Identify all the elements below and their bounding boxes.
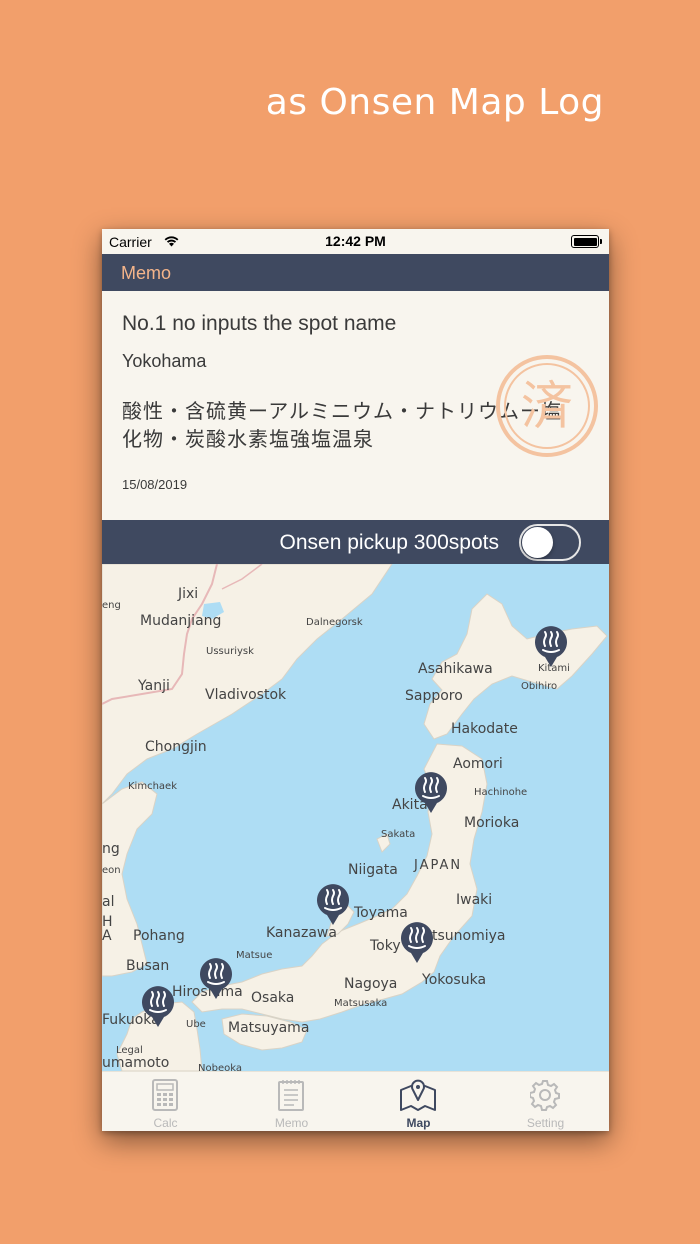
- city-label: Toky: [370, 938, 401, 954]
- city-label: eon: [102, 865, 121, 876]
- toggle-knob: [522, 527, 553, 558]
- memo-panel[interactable]: No.1 no inputs the spot name Yokohama 酸性…: [102, 291, 609, 520]
- onsen-pin-akita[interactable]: [414, 772, 448, 814]
- city-label: Toyama: [354, 905, 408, 921]
- city-label: Nagoya: [344, 976, 398, 992]
- tab-memo[interactable]: Memo: [228, 1072, 355, 1131]
- city-label: ng: [102, 841, 120, 857]
- city-label: Yokosuka: [422, 972, 487, 988]
- onsen-pin-kitami[interactable]: [534, 626, 568, 668]
- tab-label: Calc: [153, 1116, 178, 1130]
- city-label: eng: [102, 600, 121, 611]
- onsen-pickup-bar: Onsen pickup 300spots: [102, 520, 609, 564]
- stamp-text: 済: [521, 377, 573, 437]
- tab-calc[interactable]: Calc: [102, 1072, 229, 1131]
- city-label: Aomori: [453, 756, 503, 772]
- city-label: Matsuyama: [228, 1020, 310, 1036]
- city-label: Chongjin: [145, 739, 207, 755]
- city-label: A: [102, 928, 112, 944]
- status-bar: Carrier 12:42 PM: [102, 229, 609, 254]
- map-pin-icon: [400, 1079, 436, 1111]
- city-label: Legal: [116, 1045, 143, 1056]
- spot-location: Yokohama: [122, 351, 207, 371]
- calculator-icon: [152, 1079, 178, 1111]
- city-label: Hachinohe: [474, 787, 528, 798]
- city-label: Morioka: [464, 815, 520, 831]
- visit-date: 15/08/2019: [122, 477, 188, 492]
- city-label: Asahikawa: [418, 661, 493, 677]
- city-label: Osaka: [251, 990, 295, 1006]
- map-view[interactable]: Jixi Mudanjiang Dalnegorsk Ussuriysk Yan…: [102, 564, 609, 1071]
- city-label: Matsusaka: [334, 998, 388, 1009]
- onsen-pin-toyama[interactable]: [316, 884, 350, 926]
- spot-name: No.1 no inputs the spot name: [122, 312, 397, 335]
- city-label: Nobeoka: [198, 1063, 242, 1071]
- city-label: al: [102, 894, 115, 910]
- city-label: Obihiro: [521, 681, 558, 692]
- city-label: umamoto: [102, 1055, 170, 1071]
- city-label: Kanazawa: [266, 925, 337, 941]
- phone-screen: Carrier 12:42 PM Memo No.1 no inputs the…: [102, 229, 609, 1131]
- tab-label: Map: [406, 1116, 431, 1130]
- gear-icon: [530, 1080, 560, 1111]
- tab-label: Memo: [274, 1116, 309, 1130]
- onsen-pickup-toggle[interactable]: [519, 524, 581, 561]
- city-label: Busan: [126, 958, 170, 974]
- tab-bar: Calc Memo Map Setting: [102, 1071, 609, 1131]
- city-label: Niigata: [348, 862, 398, 878]
- notepad-icon: [278, 1080, 304, 1111]
- visited-stamp: 済: [496, 355, 598, 457]
- tab-setting[interactable]: Setting: [482, 1072, 609, 1131]
- city-label: Yanji: [138, 678, 170, 694]
- battery-icon: [571, 235, 602, 248]
- onsen-pickup-label: Onsen pickup 300spots: [279, 531, 499, 554]
- promo-title: as Onsen Map Log: [265, 82, 604, 123]
- city-label: Pohang: [133, 928, 185, 944]
- nav-bar: Memo: [102, 254, 609, 291]
- city-label: Ussuriysk: [206, 646, 254, 657]
- city-label: Sakata: [381, 829, 416, 840]
- onsen-pin-fukuoka[interactable]: [141, 986, 175, 1028]
- city-label: Iwaki: [456, 892, 493, 908]
- city-label: Kimchaek: [128, 781, 177, 792]
- city-label: Ube: [186, 1019, 206, 1030]
- tab-map[interactable]: Map: [355, 1072, 482, 1131]
- city-label: Dalnegorsk: [306, 617, 363, 628]
- city-label: Matsue: [236, 950, 273, 961]
- city-label: Jixi: [178, 586, 199, 602]
- city-label: tsunomiya: [432, 928, 506, 944]
- onsen-pin-tokyo[interactable]: [400, 922, 434, 964]
- country-label: JAPAN: [414, 858, 463, 873]
- nav-title: Memo: [121, 263, 172, 283]
- city-label: Vladivostok: [205, 687, 287, 703]
- tab-label: Setting: [526, 1116, 565, 1130]
- onsen-pin-hiroshima[interactable]: [199, 958, 233, 1000]
- city-label: Mudanjiang: [140, 613, 222, 629]
- clock: 12:42 PM: [325, 233, 386, 249]
- city-label: Sapporo: [405, 688, 463, 704]
- city-label: Hakodate: [451, 721, 518, 737]
